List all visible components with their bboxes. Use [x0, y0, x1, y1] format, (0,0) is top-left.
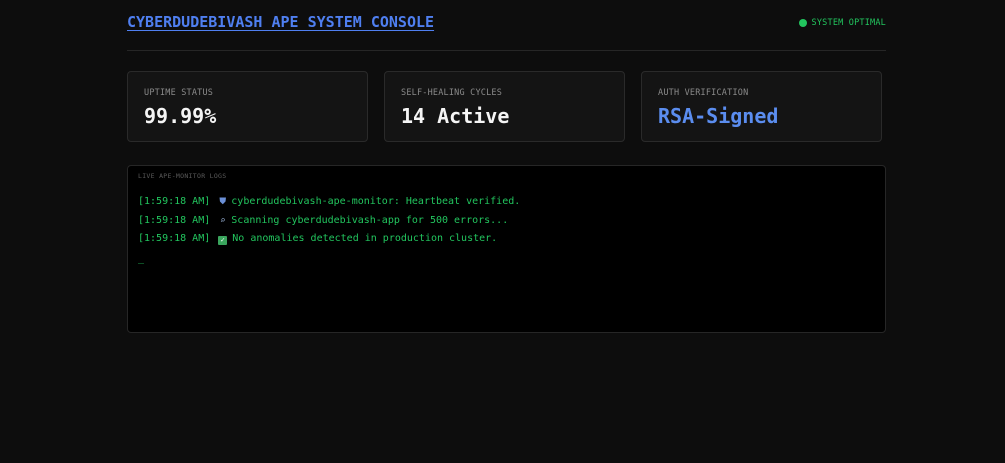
log-message: No anomalies detected in production clus… [232, 233, 498, 244]
log-timestamp: [1:59:18 AM] [138, 214, 211, 226]
terminal-label: LIVE APE-MONITOR LOGS [138, 172, 227, 180]
log-line: [1:59:18 AM] ⌕ Scanning cyberdudebivash-a… [138, 212, 875, 231]
log-line: [1:59:18 AM] ✓ No anomalies detected in p… [138, 230, 875, 249]
status-dot-icon [798, 19, 807, 27]
system-status: SYSTEM OPTIMAL [798, 18, 886, 28]
uptime-card: UPTIME STATUS 99.99% [127, 71, 368, 142]
log-timestamp: [1:59:18 AM] [138, 233, 211, 244]
auth-verification-card: AUTH VERIFICATION RSA-Signed [641, 71, 882, 142]
auth-verification-label: AUTH VERIFICATION [658, 88, 749, 98]
check-icon: ✓ [218, 236, 228, 245]
self-healing-value: 14 Active [401, 104, 510, 128]
self-healing-label: SELF-HEALING CYCLES [401, 88, 503, 98]
terminal-cursor: _ [138, 252, 145, 264]
console-container: CYBERDUDEBIVASH APE SYSTEM CONSOLE SYSTE… [127, 0, 886, 333]
log-timestamp: [1:59:18 AM] [138, 196, 211, 207]
console-title-link[interactable]: CYBERDUDEBIVASH APE SYSTEM CONSOLE [127, 13, 434, 31]
shield-icon: ⛊ [219, 197, 227, 207]
self-healing-card: SELF-HEALING CYCLES 14 Active [384, 71, 625, 142]
log-message: cyberdudebivash-ape-monitor: Heartbeat v… [231, 196, 521, 207]
status-text: SYSTEM OPTIMAL [811, 18, 886, 28]
magnifier-icon: ⌕ [220, 215, 226, 226]
log-message: Scanning cyberdudebivash-app for 500 err… [231, 214, 509, 226]
metric-cards: UPTIME STATUS 99.99% SELF-HEALING CYCLES… [127, 71, 886, 142]
log-list: [1:59:18 AM] ⛊ cyberdudebivash-ape-monito… [138, 193, 875, 249]
auth-verification-value: RSA-Signed [658, 104, 779, 128]
log-terminal[interactable]: LIVE APE-MONITOR LOGS [1:59:18 AM] ⛊ cybe… [127, 165, 886, 333]
log-line: [1:59:18 AM] ⛊ cyberdudebivash-ape-monito… [138, 193, 875, 212]
uptime-label: UPTIME STATUS [144, 88, 214, 98]
uptime-value: 99.99% [144, 104, 217, 128]
header: CYBERDUDEBIVASH APE SYSTEM CONSOLE SYSTE… [127, 0, 886, 51]
